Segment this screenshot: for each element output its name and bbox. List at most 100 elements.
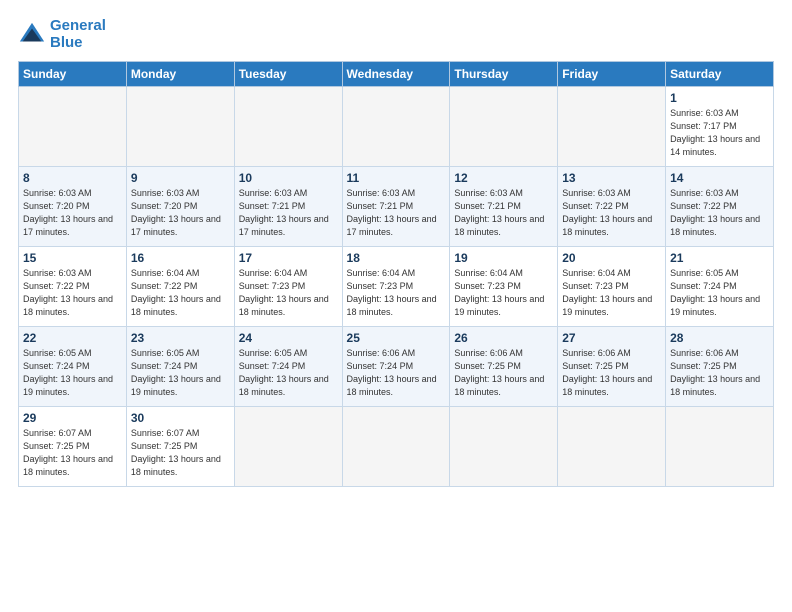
day-number: 11 xyxy=(347,171,446,185)
calendar-cell: 20 Sunrise: 6:04 AMSunset: 7:23 PMDayligh… xyxy=(558,247,666,327)
day-info: Sunrise: 6:07 AMSunset: 7:25 PMDaylight:… xyxy=(131,427,230,479)
day-info: Sunrise: 6:06 AMSunset: 7:25 PMDaylight:… xyxy=(670,347,769,399)
calendar-cell: 29 Sunrise: 6:07 AMSunset: 7:25 PMDayligh… xyxy=(19,407,127,487)
day-number: 21 xyxy=(670,251,769,265)
calendar-cell xyxy=(558,407,666,487)
header: General Blue xyxy=(18,18,774,51)
day-number: 12 xyxy=(454,171,553,185)
day-number: 26 xyxy=(454,331,553,345)
calendar-cell xyxy=(666,407,774,487)
calendar-cell xyxy=(342,87,450,167)
calendar-cell: 1 Sunrise: 6:03 AMSunset: 7:17 PMDaylight… xyxy=(666,87,774,167)
day-info: Sunrise: 6:04 AMSunset: 7:23 PMDaylight:… xyxy=(454,267,553,319)
calendar-header-row: SundayMondayTuesdayWednesdayThursdayFrid… xyxy=(19,62,774,87)
day-info: Sunrise: 6:03 AMSunset: 7:20 PMDaylight:… xyxy=(23,187,122,239)
calendar-cell xyxy=(234,87,342,167)
calendar-cell: 26 Sunrise: 6:06 AMSunset: 7:25 PMDayligh… xyxy=(450,327,558,407)
calendar-cell xyxy=(19,87,127,167)
calendar-cell: 30 Sunrise: 6:07 AMSunset: 7:25 PMDayligh… xyxy=(126,407,234,487)
calendar-cell xyxy=(558,87,666,167)
day-number: 22 xyxy=(23,331,122,345)
day-info: Sunrise: 6:03 AMSunset: 7:20 PMDaylight:… xyxy=(131,187,230,239)
calendar-cell: 8 Sunrise: 6:03 AMSunset: 7:20 PMDaylight… xyxy=(19,167,127,247)
day-number: 9 xyxy=(131,171,230,185)
day-info: Sunrise: 6:06 AMSunset: 7:25 PMDaylight:… xyxy=(454,347,553,399)
day-number: 18 xyxy=(347,251,446,265)
calendar-week-4: 22 Sunrise: 6:05 AMSunset: 7:24 PMDayligh… xyxy=(19,327,774,407)
day-header-friday: Friday xyxy=(558,62,666,87)
day-info: Sunrise: 6:03 AMSunset: 7:17 PMDaylight:… xyxy=(670,107,769,159)
day-header-saturday: Saturday xyxy=(666,62,774,87)
day-number: 27 xyxy=(562,331,661,345)
day-number: 23 xyxy=(131,331,230,345)
calendar-cell xyxy=(450,407,558,487)
day-info: Sunrise: 6:05 AMSunset: 7:24 PMDaylight:… xyxy=(23,347,122,399)
calendar-cell: 23 Sunrise: 6:05 AMSunset: 7:24 PMDayligh… xyxy=(126,327,234,407)
calendar-cell: 12 Sunrise: 6:03 AMSunset: 7:21 PMDayligh… xyxy=(450,167,558,247)
day-number: 8 xyxy=(23,171,122,185)
day-number: 25 xyxy=(347,331,446,345)
calendar-cell xyxy=(342,407,450,487)
calendar-cell: 17 Sunrise: 6:04 AMSunset: 7:23 PMDayligh… xyxy=(234,247,342,327)
day-header-tuesday: Tuesday xyxy=(234,62,342,87)
page: General Blue SundayMondayTuesdayWednesda… xyxy=(0,0,792,612)
day-info: Sunrise: 6:06 AMSunset: 7:24 PMDaylight:… xyxy=(347,347,446,399)
day-info: Sunrise: 6:07 AMSunset: 7:25 PMDaylight:… xyxy=(23,427,122,479)
day-info: Sunrise: 6:03 AMSunset: 7:21 PMDaylight:… xyxy=(454,187,553,239)
day-info: Sunrise: 6:04 AMSunset: 7:23 PMDaylight:… xyxy=(239,267,338,319)
day-header-sunday: Sunday xyxy=(19,62,127,87)
day-number: 1 xyxy=(670,91,769,105)
calendar-cell: 25 Sunrise: 6:06 AMSunset: 7:24 PMDayligh… xyxy=(342,327,450,407)
day-number: 15 xyxy=(23,251,122,265)
day-info: Sunrise: 6:04 AMSunset: 7:23 PMDaylight:… xyxy=(347,267,446,319)
day-info: Sunrise: 6:04 AMSunset: 7:22 PMDaylight:… xyxy=(131,267,230,319)
day-info: Sunrise: 6:03 AMSunset: 7:21 PMDaylight:… xyxy=(347,187,446,239)
calendar-cell: 15 Sunrise: 6:03 AMSunset: 7:22 PMDayligh… xyxy=(19,247,127,327)
calendar-cell: 13 Sunrise: 6:03 AMSunset: 7:22 PMDayligh… xyxy=(558,167,666,247)
day-number: 14 xyxy=(670,171,769,185)
day-info: Sunrise: 6:03 AMSunset: 7:22 PMDaylight:… xyxy=(670,187,769,239)
calendar-cell: 24 Sunrise: 6:05 AMSunset: 7:24 PMDayligh… xyxy=(234,327,342,407)
calendar-cell: 10 Sunrise: 6:03 AMSunset: 7:21 PMDayligh… xyxy=(234,167,342,247)
day-info: Sunrise: 6:05 AMSunset: 7:24 PMDaylight:… xyxy=(239,347,338,399)
day-info: Sunrise: 6:06 AMSunset: 7:25 PMDaylight:… xyxy=(562,347,661,399)
calendar-cell: 27 Sunrise: 6:06 AMSunset: 7:25 PMDayligh… xyxy=(558,327,666,407)
calendar-week-2: 8 Sunrise: 6:03 AMSunset: 7:20 PMDaylight… xyxy=(19,167,774,247)
day-info: Sunrise: 6:05 AMSunset: 7:24 PMDaylight:… xyxy=(670,267,769,319)
calendar-table: SundayMondayTuesdayWednesdayThursdayFrid… xyxy=(18,61,774,487)
day-number: 17 xyxy=(239,251,338,265)
day-number: 30 xyxy=(131,411,230,425)
logo-text: General Blue xyxy=(50,18,106,51)
day-info: Sunrise: 6:05 AMSunset: 7:24 PMDaylight:… xyxy=(131,347,230,399)
day-number: 13 xyxy=(562,171,661,185)
calendar-cell: 14 Sunrise: 6:03 AMSunset: 7:22 PMDayligh… xyxy=(666,167,774,247)
calendar-cell: 22 Sunrise: 6:05 AMSunset: 7:24 PMDayligh… xyxy=(19,327,127,407)
calendar-week-5: 29 Sunrise: 6:07 AMSunset: 7:25 PMDayligh… xyxy=(19,407,774,487)
calendar-cell: 18 Sunrise: 6:04 AMSunset: 7:23 PMDayligh… xyxy=(342,247,450,327)
day-number: 20 xyxy=(562,251,661,265)
calendar-cell: 11 Sunrise: 6:03 AMSunset: 7:21 PMDayligh… xyxy=(342,167,450,247)
day-info: Sunrise: 6:03 AMSunset: 7:22 PMDaylight:… xyxy=(562,187,661,239)
calendar-week-3: 15 Sunrise: 6:03 AMSunset: 7:22 PMDayligh… xyxy=(19,247,774,327)
day-number: 16 xyxy=(131,251,230,265)
calendar-cell: 21 Sunrise: 6:05 AMSunset: 7:24 PMDayligh… xyxy=(666,247,774,327)
calendar-cell xyxy=(450,87,558,167)
day-info: Sunrise: 6:03 AMSunset: 7:22 PMDaylight:… xyxy=(23,267,122,319)
calendar-cell: 9 Sunrise: 6:03 AMSunset: 7:20 PMDaylight… xyxy=(126,167,234,247)
calendar-cell xyxy=(126,87,234,167)
day-info: Sunrise: 6:04 AMSunset: 7:23 PMDaylight:… xyxy=(562,267,661,319)
calendar-cell: 16 Sunrise: 6:04 AMSunset: 7:22 PMDayligh… xyxy=(126,247,234,327)
calendar-cell xyxy=(234,407,342,487)
day-number: 24 xyxy=(239,331,338,345)
day-number: 10 xyxy=(239,171,338,185)
calendar-cell: 28 Sunrise: 6:06 AMSunset: 7:25 PMDayligh… xyxy=(666,327,774,407)
calendar-cell: 19 Sunrise: 6:04 AMSunset: 7:23 PMDayligh… xyxy=(450,247,558,327)
day-info: Sunrise: 6:03 AMSunset: 7:21 PMDaylight:… xyxy=(239,187,338,239)
day-header-thursday: Thursday xyxy=(450,62,558,87)
day-number: 19 xyxy=(454,251,553,265)
logo-icon xyxy=(18,21,46,49)
day-number: 29 xyxy=(23,411,122,425)
logo: General Blue xyxy=(18,18,106,51)
day-header-wednesday: Wednesday xyxy=(342,62,450,87)
day-number: 28 xyxy=(670,331,769,345)
